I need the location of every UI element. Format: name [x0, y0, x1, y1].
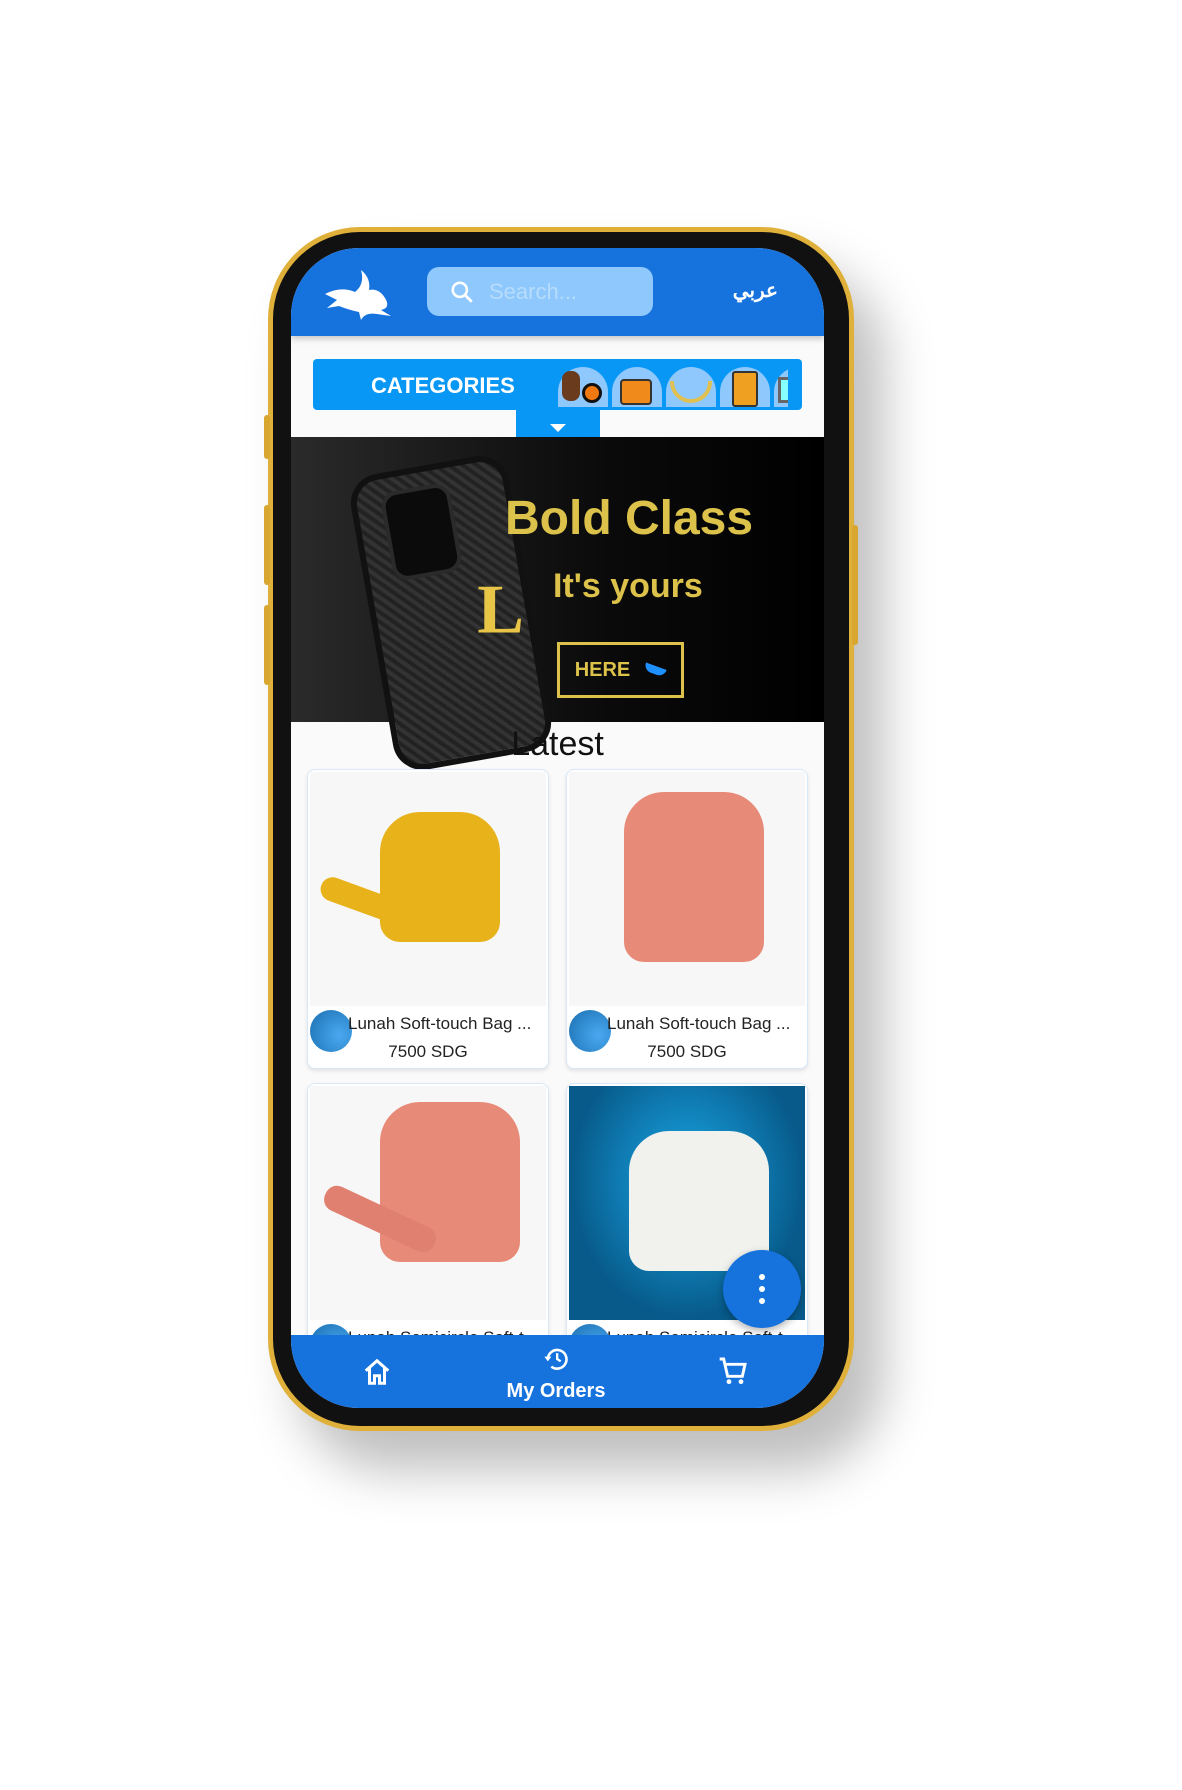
- product-title: Lunah Soft-touch Bag ...: [607, 1014, 791, 1033]
- app-screen: Search... عربي CATEGORIES L Bold Class I…: [291, 248, 824, 1408]
- handbag-icon[interactable]: [612, 367, 662, 407]
- search-input[interactable]: Search...: [427, 267, 653, 316]
- categories-bar[interactable]: CATEGORIES: [313, 359, 802, 410]
- product-price: 7500 SDG: [647, 1042, 727, 1061]
- promo-banner[interactable]: L Bold Class It's yours HERE: [291, 437, 824, 775]
- my-orders-label: My Orders: [506, 1380, 606, 1402]
- bottom-navigation: My Orders: [291, 1335, 824, 1408]
- cart-icon[interactable]: [717, 1355, 749, 1387]
- necklace-icon[interactable]: [666, 367, 716, 407]
- product-card[interactable]: Lunah Soft-touch Bag ... 7500 SDG: [307, 769, 549, 1069]
- latest-heading: Latest: [511, 725, 604, 763]
- banner-button-label: HERE: [574, 658, 631, 681]
- phone-side-button: [852, 525, 858, 645]
- app-header: Search... عربي: [291, 248, 824, 336]
- product-image: [310, 1086, 546, 1320]
- swoosh-icon: [643, 662, 667, 678]
- banner-title: Bold Class: [505, 492, 754, 545]
- sports-icon[interactable]: [558, 367, 608, 407]
- search-placeholder: Search...: [489, 278, 578, 304]
- banner-here-button[interactable]: HERE: [557, 642, 684, 698]
- phone-side-button: [264, 505, 270, 585]
- my-orders-tab[interactable]: My Orders: [481, 1345, 631, 1403]
- more-options-fab[interactable]: [723, 1250, 801, 1328]
- phone-icon[interactable]: [720, 367, 770, 407]
- phone-side-button: [264, 605, 270, 685]
- product-image: [569, 772, 805, 1006]
- categories-label: CATEGORIES: [371, 373, 515, 398]
- product-title: Lunah Soft-touch Bag ...: [348, 1014, 532, 1033]
- appliance-icon[interactable]: [774, 367, 788, 407]
- monogram: L: [477, 571, 524, 649]
- home-icon[interactable]: [361, 1357, 393, 1387]
- history-icon: [544, 1348, 568, 1370]
- rabbit-logo-icon[interactable]: [321, 264, 393, 324]
- product-card[interactable]: Lunah Soft-touch Bag ... 7500 SDG: [566, 769, 808, 1069]
- product-image: [310, 772, 546, 1006]
- phone-side-button: [264, 415, 270, 459]
- language-toggle[interactable]: عربي: [733, 278, 778, 303]
- search-icon: [451, 280, 473, 303]
- product-price: 7500 SDG: [388, 1042, 468, 1061]
- banner-subtitle: It's yours: [553, 567, 703, 605]
